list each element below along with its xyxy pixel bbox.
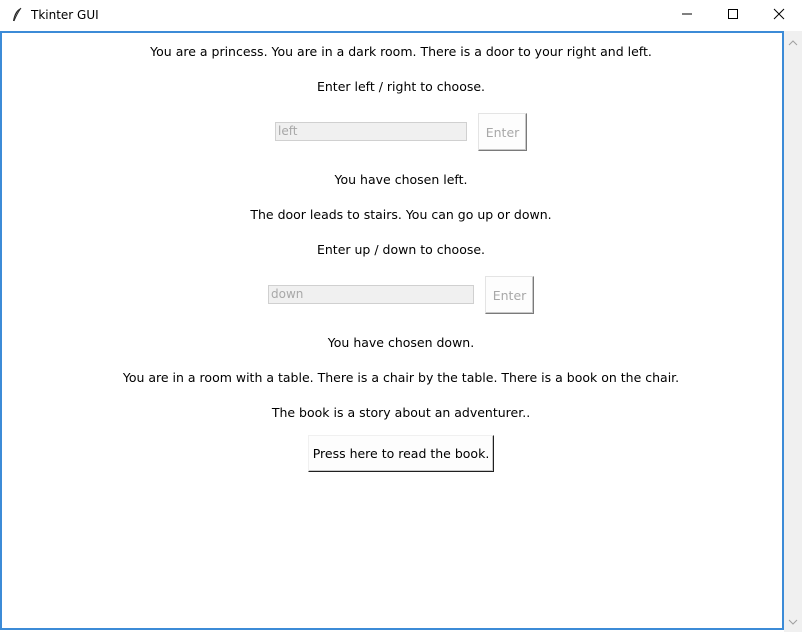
enter-button-2[interactable]: Enter [485, 276, 534, 314]
scroll-down-button[interactable] [784, 614, 802, 628]
chevron-down-icon [788, 614, 798, 628]
book-text: The book is a story about an adventurer.… [271, 405, 531, 420]
chosen-left-text: You have chosen left. [334, 172, 468, 187]
maximize-icon [727, 8, 739, 23]
enter-button-1[interactable]: Enter [478, 113, 527, 151]
minimize-icon [681, 8, 693, 23]
chosen-down-text: You have chosen down. [327, 335, 475, 350]
feather-icon [10, 7, 26, 23]
direction-entry-1[interactable]: left [275, 122, 467, 141]
room-text: You are in a room with a table. There is… [122, 370, 680, 385]
intro-text: You are a princess. You are in a dark ro… [150, 44, 652, 59]
minimize-button[interactable] [664, 0, 710, 31]
title-bar[interactable]: Tkinter GUI [0, 0, 802, 31]
close-icon [773, 8, 785, 23]
prompt-left-right: Enter left / right to choose. [316, 79, 486, 94]
window-title: Tkinter GUI [31, 8, 99, 22]
prompt-up-down: Enter up / down to choose. [316, 242, 486, 257]
direction-entry-2[interactable]: down [268, 285, 474, 304]
window-client-area [0, 31, 784, 630]
read-book-button[interactable]: Press here to read the book. [308, 435, 494, 472]
stairs-text: The door leads to stairs. You can go up … [250, 207, 552, 222]
vertical-scrollbar[interactable] [784, 31, 802, 632]
close-button[interactable] [756, 0, 802, 31]
maximize-button[interactable] [710, 0, 756, 31]
